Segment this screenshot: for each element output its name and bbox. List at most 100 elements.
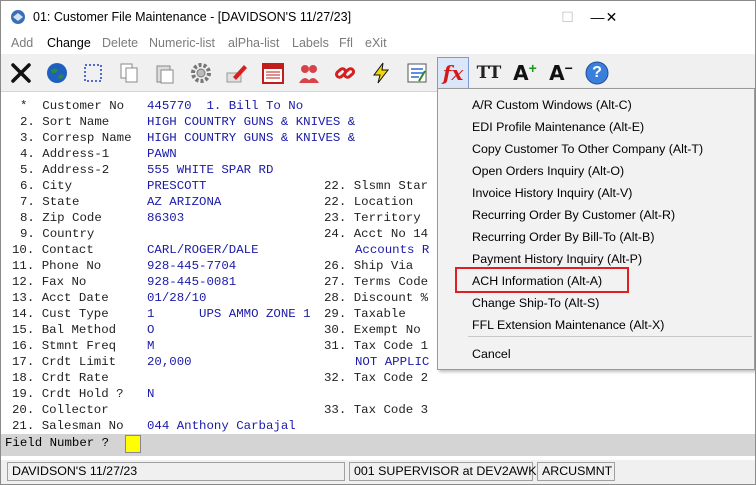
menu-numeric-list[interactable]: Numeric-list	[149, 36, 215, 50]
maximize-icon: ☐	[561, 8, 574, 25]
paste-icon[interactable]	[149, 57, 181, 89]
menu-item-change-ship-to[interactable]: Change Ship-To (Alt-S)	[472, 296, 599, 316]
menu-alpha-list[interactable]: alPha-list	[228, 36, 279, 50]
close-button[interactable]: ✕	[589, 4, 634, 30]
notes-icon[interactable]	[401, 57, 433, 89]
settings-icon[interactable]	[185, 57, 217, 89]
globe-icon[interactable]	[41, 57, 73, 89]
field-label: 15. Bal Method	[12, 323, 117, 337]
field-label: 6. City	[20, 179, 73, 193]
field-value: 928-445-7704	[147, 259, 237, 273]
field-label: 7. State	[20, 195, 80, 209]
close-icon: ✕	[605, 8, 618, 25]
field-label: 21. Salesman No	[12, 419, 124, 433]
menu-item-edi-profile[interactable]: EDI Profile Maintenance (Alt-E)	[472, 120, 644, 140]
field-value: 044 Anthony Carbajal	[147, 419, 296, 433]
app-window: 01: Customer File Maintenance - [DAVIDSO…	[0, 0, 756, 485]
field-label-right: 33. Tax Code 3	[324, 403, 429, 417]
field-label: 5. Address-2	[20, 163, 110, 177]
edit-icon[interactable]	[221, 57, 253, 89]
field-label: 2. Sort Name	[20, 115, 110, 129]
menu-item-open-orders[interactable]: Open Orders Inquiry (Alt-O)	[472, 164, 624, 184]
fx-glyph: fx	[442, 61, 464, 85]
status-program: ARCUSMNT	[537, 462, 615, 481]
field-label: 13. Acct Date	[12, 291, 109, 305]
menu-item-cancel[interactable]: Cancel	[472, 347, 511, 367]
menu-bar: Add Change Delete Numeric-list alPha-lis…	[1, 32, 755, 54]
title-bar: 01: Customer File Maintenance - [DAVIDSO…	[1, 1, 755, 32]
field-label-right: 27. Terms Code	[324, 275, 429, 289]
decrease-font-icon[interactable]: A −	[545, 57, 577, 89]
maximize-button[interactable]: ☐	[545, 4, 590, 30]
status-bar: DAVIDSON'S 11/27/23 001 SUPERVISOR at DE…	[1, 460, 755, 484]
field-label-right: 29. Taxable	[324, 307, 406, 321]
ach-highlight-box	[455, 267, 629, 293]
field-label: 16. Stmnt Freq	[12, 339, 117, 353]
field-label: 14. Cust Type	[12, 307, 109, 321]
field-value: 445770 1. Bill To No	[147, 99, 304, 113]
field-value: 20,000	[147, 355, 192, 369]
menu-change[interactable]: Change	[47, 36, 91, 50]
help-icon[interactable]: ?	[581, 57, 613, 89]
field-label: 12. Fax No	[12, 275, 87, 289]
exit-icon[interactable]	[5, 57, 37, 89]
menu-item-ar-custom-windows[interactable]: A/R Custom Windows (Alt-C)	[472, 98, 632, 118]
menu-ffl[interactable]: Ffl	[339, 36, 353, 50]
field-label-right: 28. Discount %	[324, 291, 429, 305]
increase-font-icon[interactable]: A +	[509, 57, 541, 89]
field-label-right: 30. Exempt No	[324, 323, 421, 337]
menu-item-invoice-history[interactable]: Invoice History Inquiry (Alt-V)	[472, 186, 632, 206]
menu-exit[interactable]: eXit	[365, 36, 387, 50]
plus-glyph: +	[528, 60, 537, 76]
lightning-icon[interactable]	[365, 57, 397, 89]
app-logo-icon	[10, 9, 26, 25]
fx-context-menu: A/R Custom Windows (Alt-C) EDI Profile M…	[437, 88, 755, 370]
window-title: 01: Customer File Maintenance - [DAVIDSO…	[33, 10, 352, 24]
font-icon[interactable]: TT	[473, 57, 505, 89]
minus-glyph: −	[564, 60, 573, 76]
select-icon[interactable]	[77, 57, 109, 89]
field-value: 01/28/10	[147, 291, 207, 305]
field-label: 4. Address-1	[20, 147, 110, 161]
menu-add[interactable]: Add	[11, 36, 33, 50]
calendar-icon[interactable]	[257, 57, 289, 89]
fx-icon[interactable]: fx	[437, 57, 469, 89]
menu-item-recurring-by-customer[interactable]: Recurring Order By Customer (Alt-R)	[472, 208, 675, 228]
link-icon[interactable]	[329, 57, 361, 89]
field-label: 11. Phone No	[12, 259, 102, 273]
menu-separator	[468, 336, 752, 337]
field-label-right: 22. Location	[324, 195, 414, 209]
field-value: 555 WHITE SPAR RD	[147, 163, 274, 177]
field-label-right: 22. Slsmn Star	[324, 179, 429, 193]
field-value-right: Accounts R	[355, 243, 430, 257]
users-icon[interactable]	[293, 57, 325, 89]
field-label: 10. Contact	[12, 243, 94, 257]
field-value: CARL/ROGER/DALE	[147, 243, 259, 257]
field-value: HIGH COUNTRY GUNS & KNIVES &	[147, 131, 356, 145]
menu-item-ffl-extension[interactable]: FFL Extension Maintenance (Alt-X)	[472, 318, 664, 338]
menu-labels[interactable]: Labels	[292, 36, 329, 50]
field-label: * Customer No	[20, 99, 125, 113]
toolbar: fx TT A + A − ?	[1, 54, 755, 92]
field-label-right: 31. Tax Code 1	[324, 339, 429, 353]
field-number-bar: Field Number ?	[1, 434, 755, 456]
field-label: 8. Zip Code	[20, 211, 102, 225]
field-value: M	[147, 339, 155, 353]
field-label-right: 23. Territory	[324, 211, 421, 225]
field-value-right: NOT APPLIC	[355, 355, 430, 369]
field-label-right: 24. Acct No 14	[324, 227, 429, 241]
field-value: N	[147, 387, 155, 401]
field-number-input[interactable]	[125, 435, 141, 453]
menu-delete[interactable]: Delete	[102, 36, 138, 50]
field-value: HIGH COUNTRY GUNS & KNIVES &	[147, 115, 356, 129]
field-value: PRESCOTT	[147, 179, 207, 193]
field-value: 1 UPS AMMO ZONE 1	[147, 307, 311, 321]
field-label: 17. Crdt Limit	[12, 355, 117, 369]
field-value: O	[147, 323, 155, 337]
status-company: DAVIDSON'S 11/27/23	[7, 462, 345, 481]
field-label-right: 32. Tax Code 2	[324, 371, 429, 385]
menu-item-copy-customer[interactable]: Copy Customer To Other Company (Alt-T)	[472, 142, 703, 162]
a-minus-glyph: A	[549, 61, 565, 85]
menu-item-recurring-by-billto[interactable]: Recurring Order By Bill-To (Alt-B)	[472, 230, 654, 250]
copy-icon[interactable]	[113, 57, 145, 89]
